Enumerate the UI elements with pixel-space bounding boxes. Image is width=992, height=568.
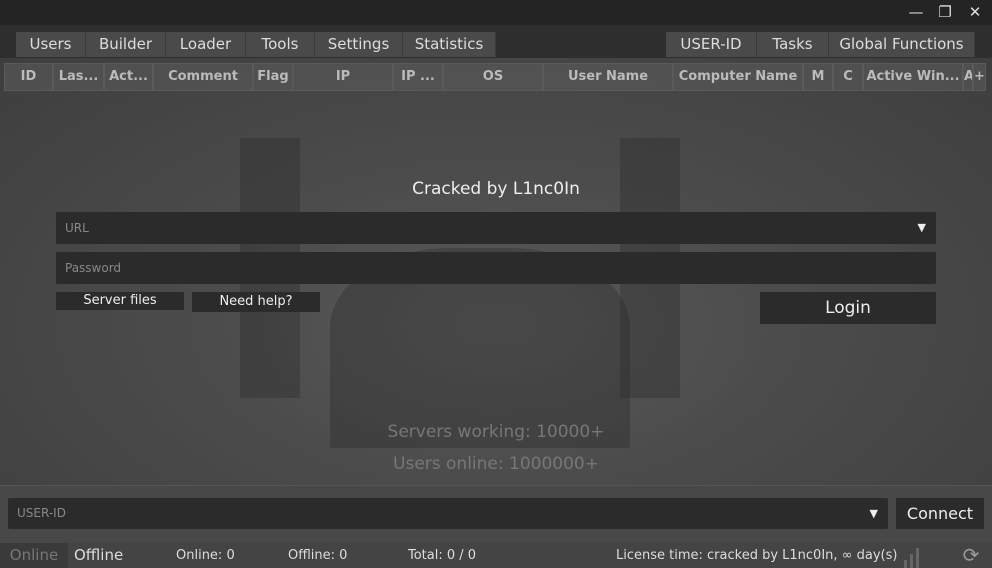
column-m[interactable]: M	[803, 63, 833, 91]
user-id-dropdown[interactable]: USER-ID ▼	[8, 498, 888, 529]
column-active-window[interactable]: Active Win...	[863, 63, 963, 91]
login-button[interactable]: Login	[760, 292, 936, 324]
tab-loader[interactable]: Loader	[166, 32, 246, 57]
url-dropdown[interactable]: URL ▼	[56, 212, 936, 244]
connect-bar: USER-ID ▼ Connect	[0, 485, 992, 543]
column-ip[interactable]: IP	[293, 63, 393, 91]
offline-count: Offline: 0	[288, 548, 348, 563]
column-a[interactable]: A	[963, 63, 973, 91]
column-computer-name[interactable]: Computer Name	[673, 63, 803, 91]
tab-tasks[interactable]: Tasks	[757, 32, 829, 57]
servers-working: Servers working: 10000+	[387, 422, 605, 442]
server-files-button[interactable]: Server files	[56, 292, 184, 310]
online-filter-tab[interactable]: Online	[0, 543, 68, 568]
signal-icon	[900, 543, 950, 568]
users-online: Users online: 1000000+	[393, 454, 599, 474]
chevron-down-icon[interactable]: ▼	[918, 212, 926, 244]
column-id[interactable]: ID	[4, 63, 53, 91]
tab-statistics[interactable]: Statistics	[403, 32, 496, 57]
tab-settings[interactable]: Settings	[315, 32, 403, 57]
tab-users[interactable]: Users	[16, 32, 86, 57]
minimize-button[interactable]: —	[906, 3, 926, 21]
password-placeholder: Password	[65, 261, 122, 275]
title-bar: — ❐ ✕	[0, 0, 992, 25]
tab-bar: Users Builder Loader Tools Settings Stat…	[0, 25, 992, 58]
offline-filter-tab[interactable]: Offline	[68, 543, 163, 568]
column-user-name[interactable]: User Name	[543, 63, 673, 91]
online-count: Online: 0	[176, 548, 235, 563]
tab-builder[interactable]: Builder	[86, 32, 166, 57]
tab-user-id[interactable]: USER-ID	[666, 32, 757, 57]
url-placeholder: URL	[65, 221, 89, 235]
column-c[interactable]: C	[833, 63, 863, 91]
restore-button[interactable]: ❐	[935, 3, 955, 21]
connect-button[interactable]: Connect	[896, 498, 984, 529]
add-column-button[interactable]: +	[973, 63, 986, 91]
column-active[interactable]: Act...	[104, 63, 153, 91]
user-id-placeholder: USER-ID	[17, 506, 66, 520]
column-comment[interactable]: Comment	[153, 63, 253, 91]
tab-global-functions[interactable]: Global Functions	[829, 32, 975, 57]
close-button[interactable]: ✕	[965, 3, 985, 21]
login-title: Cracked by L1nc0In	[412, 179, 580, 199]
need-help-button[interactable]: Need help?	[192, 292, 320, 312]
password-input[interactable]: Password	[56, 252, 936, 284]
status-bar: Online Offline Online: 0 Offline: 0 Tota…	[0, 543, 992, 568]
users-panel: ID Las... Act... Comment Flag IP IP ... …	[0, 58, 992, 543]
column-os[interactable]: OS	[443, 63, 543, 91]
total-count: Total: 0 / 0	[408, 548, 477, 563]
column-flag[interactable]: Flag	[253, 63, 293, 91]
tab-tools[interactable]: Tools	[246, 32, 315, 57]
column-last[interactable]: Las...	[53, 63, 104, 91]
column-ip2[interactable]: IP ...	[393, 63, 443, 91]
license-time: License time: cracked by L1nc0In, ∞ day(…	[616, 548, 898, 563]
refresh-icon[interactable]: ⟳	[950, 543, 992, 568]
chevron-down-icon[interactable]: ▼	[870, 498, 878, 529]
